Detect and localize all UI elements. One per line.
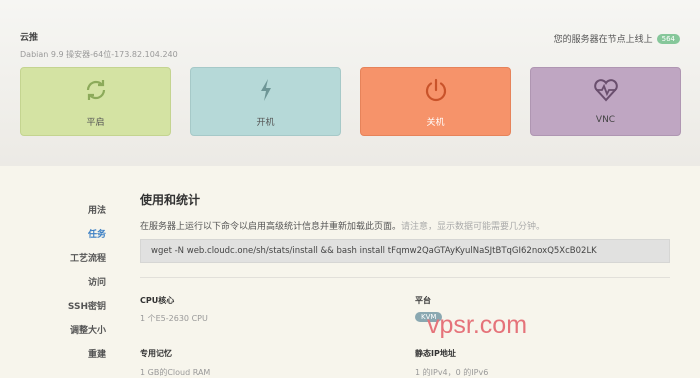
watermark: vpsr.com: [427, 311, 528, 339]
sidebar-item-workflow[interactable]: 工艺流程: [70, 251, 106, 264]
power-icon: [423, 77, 449, 107]
sidebar-item-access[interactable]: 访问: [88, 275, 106, 288]
cpu-label: CPU核心: [140, 296, 175, 305]
server-meta: Dabian 9.9 操安器-64位-173.82.104.240: [20, 50, 178, 59]
description-hint: 请注意，显示数据可能需要几分钟。: [401, 222, 546, 232]
status-text: 您的服务器在节点上线上: [553, 35, 653, 45]
divider: [140, 277, 670, 278]
cpu-value: 1 个E5-2630 CPU: [140, 314, 208, 323]
sidebar-item-ssh-keys[interactable]: SSH密钥: [68, 299, 106, 312]
memory-value: 1 GB的Cloud RAM: [140, 368, 211, 377]
memory-label: 专用记忆: [140, 349, 172, 358]
sidebar-item-resize[interactable]: 调整大小: [70, 323, 106, 336]
restart-icon: [83, 77, 109, 107]
shutdown-button[interactable]: 关机: [360, 67, 511, 136]
shutdown-label: 关机: [426, 118, 445, 128]
sidebar-item-rebuild[interactable]: 重建: [88, 347, 106, 360]
ip-label: 静态IP地址: [415, 349, 456, 358]
description-text: 在服务器上运行以下命令以启用高级统计信息并重新加载此页面。: [140, 222, 402, 232]
heart-monitor-icon: [593, 77, 619, 107]
ip-value: 1 的IPv4，0 的IPv6: [415, 368, 489, 377]
page-title: 使用和统计: [140, 193, 201, 207]
platform-label: 平台: [415, 296, 431, 305]
sidebar-item-usage[interactable]: 用法: [88, 203, 106, 216]
status-badge: 564: [656, 33, 680, 44]
server-header: 云推 Dabian 9.9 操安器-64位-173.82.104.240 您的服…: [0, 0, 700, 166]
restart-button[interactable]: 平启: [20, 67, 171, 136]
restart-label: 平启: [86, 118, 105, 128]
server-name: 云推: [20, 33, 39, 43]
description: 在服务器上运行以下命令以启用高级统计信息并重新加载此页面。请注意，显示数据可能需…: [140, 219, 545, 232]
server-status: 您的服务器在节点上线上 564: [554, 32, 680, 45]
usage-stats-panel: 使用和统计 在服务器上运行以下命令以启用高级统计信息并重新加载此页面。请注意，显…: [140, 191, 670, 377]
sidebar-item-tasks[interactable]: 任务: [88, 227, 106, 240]
install-command[interactable]: wget -N web.cloudc.one/sh/stats/install …: [140, 239, 670, 263]
power-on-button[interactable]: 开机: [190, 67, 341, 136]
vnc-label: VNC: [595, 115, 616, 125]
vnc-button[interactable]: VNC: [530, 67, 681, 136]
lightning-icon: [253, 77, 279, 107]
power-on-label: 开机: [256, 118, 275, 128]
